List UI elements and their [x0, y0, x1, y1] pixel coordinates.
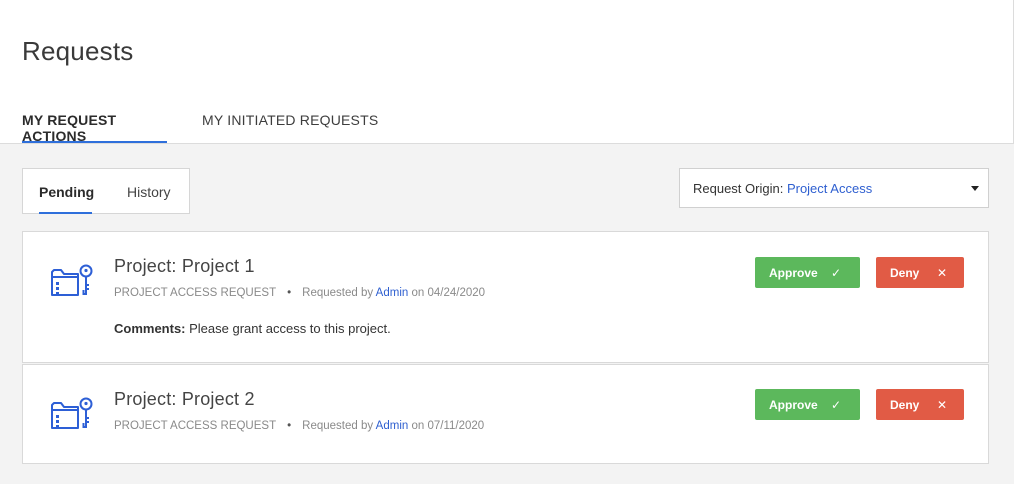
- comment-text: Please grant access to this project.: [185, 321, 391, 336]
- request-date: 04/24/2020: [427, 287, 486, 299]
- tab-my-initiated-requests[interactable]: MY INITIATED REQUESTS: [202, 112, 378, 143]
- request-title: Project: Project 2: [114, 389, 255, 409]
- request-date: 07/11/2020: [427, 420, 485, 432]
- deny-label: Deny: [890, 397, 920, 412]
- request-card: Project: Project 1 PROJECT ACCESS REQUES…: [22, 231, 989, 363]
- separator-dot: •: [287, 287, 292, 299]
- folder-key-icon: [51, 397, 93, 429]
- date-prefix: on: [408, 420, 428, 432]
- page-title: Requests: [22, 36, 134, 66]
- check-icon: ✓: [831, 265, 842, 280]
- request-meta: PROJECT ACCESS REQUEST • Requested by Admi…: [114, 287, 485, 299]
- tab-history[interactable]: History: [127, 184, 171, 214]
- approve-button[interactable]: Approve ✓: [755, 257, 860, 288]
- request-origin-dropdown[interactable]: Request Origin: Project Access: [679, 168, 989, 208]
- tab-my-request-actions[interactable]: MY REQUEST ACTIONS: [22, 112, 167, 144]
- requester-link[interactable]: Admin: [376, 420, 409, 432]
- requested-by-label: Requested by: [302, 287, 376, 299]
- check-icon: ✓: [831, 397, 842, 412]
- comment-label: Comments:: [114, 321, 186, 336]
- request-meta: PROJECT ACCESS REQUEST • Requested by Admi…: [114, 420, 484, 432]
- approve-label: Approve: [769, 265, 818, 280]
- request-type: PROJECT ACCESS REQUEST: [114, 287, 277, 299]
- page-header: Requests MY REQUEST ACTIONS MY INITIATED…: [0, 0, 1014, 144]
- requester-link[interactable]: Admin: [376, 287, 409, 299]
- tab-pending[interactable]: Pending: [39, 184, 94, 214]
- request-title: Project: Project 1: [114, 256, 255, 276]
- request-origin-text: Request Origin: Project Access: [693, 181, 872, 196]
- deny-button[interactable]: Deny ✕: [876, 389, 964, 420]
- request-card: Project: Project 2 PROJECT ACCESS REQUES…: [22, 364, 989, 464]
- approve-button[interactable]: Approve ✓: [755, 389, 860, 420]
- request-type: PROJECT ACCESS REQUEST: [114, 420, 277, 432]
- deny-button[interactable]: Deny ✕: [876, 257, 964, 288]
- approve-label: Approve: [769, 397, 818, 412]
- folder-key-icon: [51, 264, 93, 296]
- requested-by-label: Requested by: [302, 420, 376, 432]
- date-prefix: on: [408, 287, 428, 299]
- close-icon: ✕: [937, 265, 948, 280]
- close-icon: ✕: [937, 397, 948, 412]
- status-tabs: Pending History: [22, 168, 190, 214]
- request-origin-value: Project Access: [786, 181, 873, 196]
- request-comment: Comments: Please grant access to this pr…: [114, 321, 391, 336]
- caret-down-icon: [971, 186, 979, 191]
- deny-label: Deny: [890, 265, 920, 280]
- request-origin-label: Request Origin:: [693, 181, 787, 196]
- separator-dot: •: [287, 420, 292, 432]
